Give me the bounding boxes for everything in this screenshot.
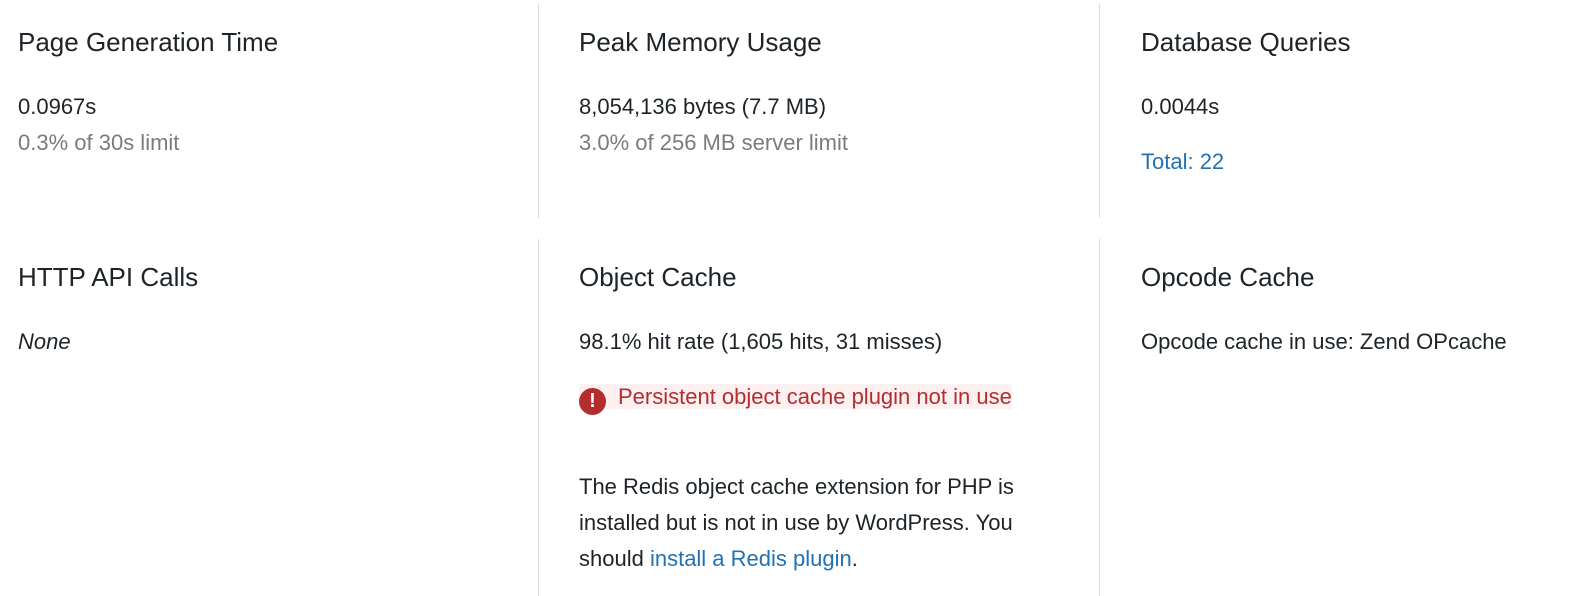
peak-memory-usage-panel: Peak Memory Usage 8,054,136 bytes (7.7 M… <box>579 0 1079 220</box>
generation-time-limit: 0.3% of 30s limit <box>18 130 180 155</box>
http-api-calls-panel: HTTP API Calls None <box>18 235 518 596</box>
error-exclamation-icon: ! <box>579 388 606 415</box>
generation-time-value: 0.0967s <box>18 94 97 119</box>
object-cache-warning: ! Persistent object cache plugin not in u… <box>579 379 1029 415</box>
database-queries-time: 0.0044s <box>1141 94 1220 119</box>
page-generation-time-panel: Page Generation Time 0.0967s 0.3% of 30s… <box>18 0 518 220</box>
object-cache-hit-rate: 98.1% hit rate (1,605 hits, 31 misses) <box>579 329 943 354</box>
panel-title: Opcode Cache <box>1141 262 1315 292</box>
warning-highlight: ! Persistent object cache plugin not in u… <box>579 384 1012 415</box>
panel-title: HTTP API Calls <box>18 262 199 292</box>
opcode-cache-panel: Opcode Cache Opcode cache in use: Zend O… <box>1141 235 1581 596</box>
warning-text: Persistent object cache plugin not in us… <box>618 384 1012 409</box>
description-end: . <box>851 546 858 571</box>
column-divider <box>1099 4 1100 218</box>
database-queries-total-wrap: Total: 22 <box>1141 144 1224 180</box>
object-cache-description: The Redis object cache extension for PHP… <box>579 469 1059 577</box>
column-divider <box>1099 239 1100 596</box>
database-queries-total-link[interactable]: Total: 22 <box>1141 149 1224 174</box>
object-cache-panel: Object Cache 98.1% hit rate (1,605 hits,… <box>579 235 1079 596</box>
column-divider <box>538 4 539 218</box>
peak-memory-value: 8,054,136 bytes (7.7 MB) <box>579 94 827 119</box>
http-api-calls-value: None <box>18 329 71 354</box>
panel-title: Database Queries <box>1141 27 1351 57</box>
peak-memory-limit: 3.0% of 256 MB server limit <box>579 130 848 155</box>
database-queries-panel: Database Queries 0.0044s Total: 22 <box>1141 0 1581 220</box>
column-divider <box>538 239 539 596</box>
install-redis-plugin-link[interactable]: install a Redis plugin <box>650 546 852 571</box>
opcode-cache-value: Opcode cache in use: Zend OPcache <box>1141 329 1507 354</box>
panel-title: Page Generation Time <box>18 27 279 57</box>
panel-title: Peak Memory Usage <box>579 27 822 57</box>
panel-title: Object Cache <box>579 262 737 292</box>
